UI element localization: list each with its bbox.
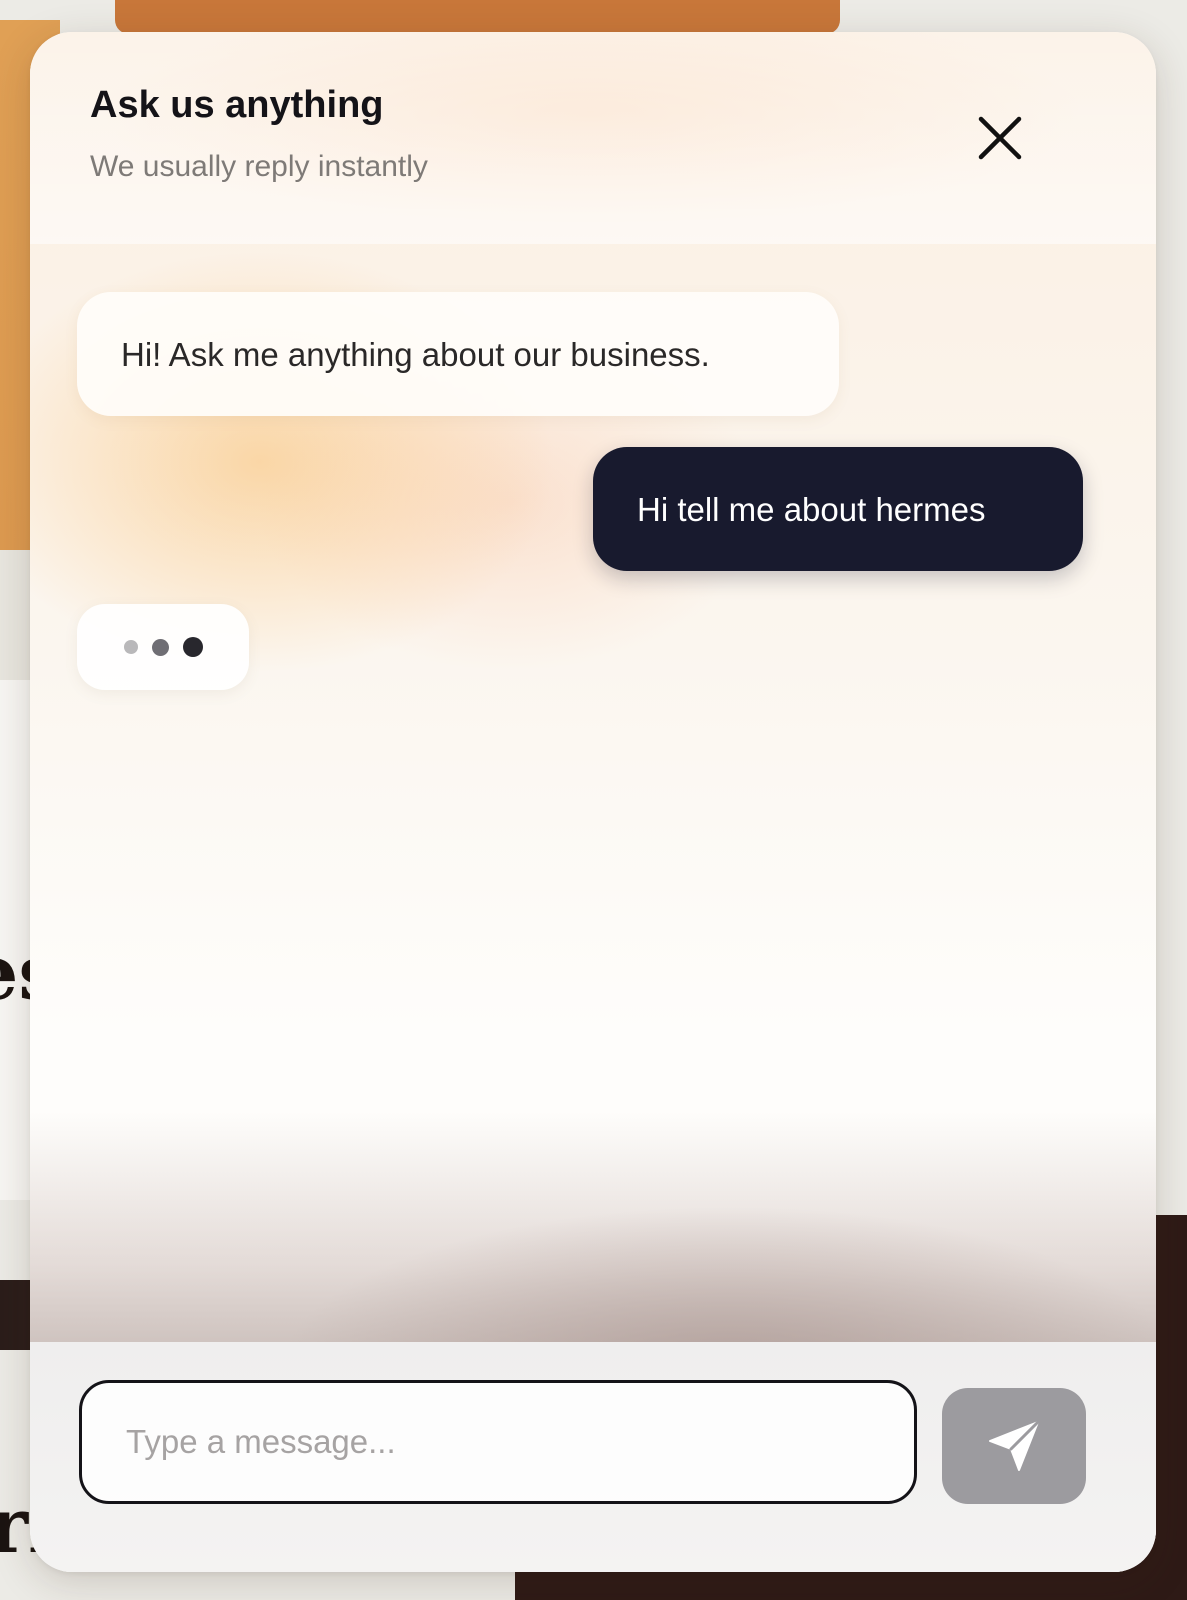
message-input[interactable]	[79, 1380, 917, 1504]
close-button[interactable]	[962, 100, 1038, 176]
message-list[interactable]: Hi! Ask me anything about our business. …	[30, 244, 1156, 1344]
close-icon	[978, 116, 1022, 160]
message-composer	[30, 1342, 1156, 1572]
typing-dot	[123, 640, 138, 654]
chat-widget: Ask us anything We usually reply instant…	[30, 32, 1156, 1572]
typing-dot	[151, 638, 169, 656]
user-message: Hi tell me about hermes	[593, 447, 1083, 571]
chat-subtitle: We usually reply instantly	[90, 150, 428, 183]
typing-dot	[182, 637, 203, 657]
send-icon	[989, 1420, 1040, 1471]
typing-indicator	[77, 604, 249, 690]
chat-title: Ask us anything	[90, 84, 384, 126]
chat-header: Ask us anything We usually reply instant…	[30, 32, 1156, 244]
send-button[interactable]	[942, 1388, 1086, 1504]
bot-message: Hi! Ask me anything about our business.	[77, 292, 839, 416]
background-top-band	[115, 0, 840, 34]
